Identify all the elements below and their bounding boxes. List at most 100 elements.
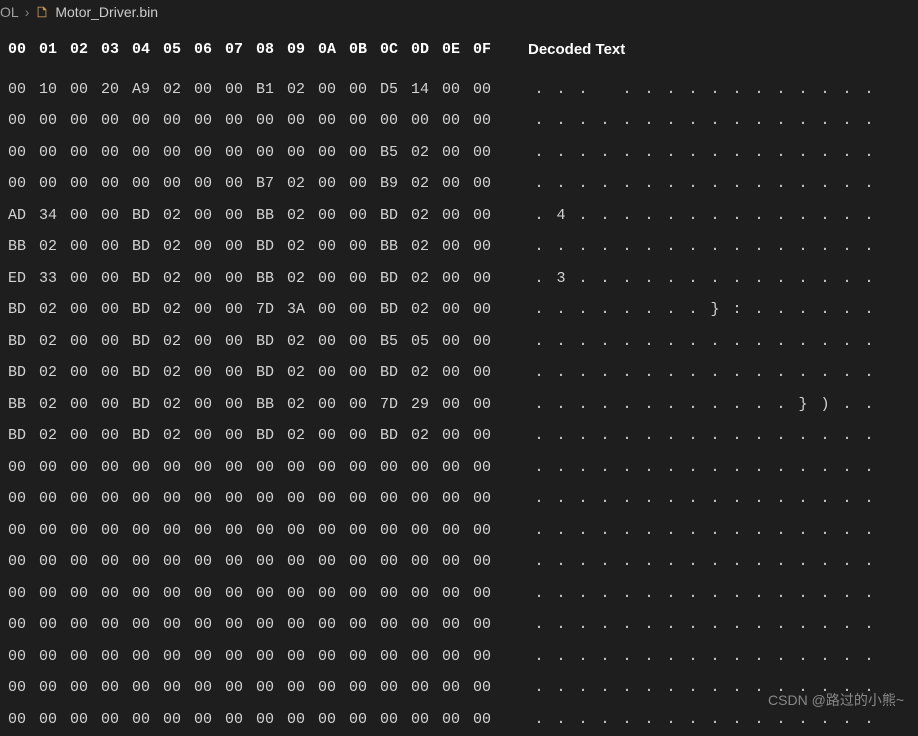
hex-row[interactable]: 00100020A9020000B1020000D5140000 <box>8 74 504 106</box>
hex-byte[interactable]: 00 <box>39 172 70 196</box>
hex-byte[interactable]: 00 <box>318 456 349 480</box>
decoded-char[interactable]: . <box>572 645 594 669</box>
decoded-char[interactable]: . <box>638 78 660 102</box>
decoded-char[interactable]: . <box>858 298 880 322</box>
decoded-char[interactable]: . <box>528 298 550 322</box>
decoded-char[interactable]: . <box>594 172 616 196</box>
hex-byte[interactable]: 00 <box>8 78 39 102</box>
decoded-char[interactable]: . <box>726 361 748 385</box>
decoded-char[interactable]: . <box>572 487 594 511</box>
hex-byte[interactable]: 00 <box>163 519 194 543</box>
decoded-char[interactable]: . <box>572 78 594 102</box>
hex-byte[interactable]: 00 <box>70 676 101 700</box>
decoded-char[interactable]: . <box>660 361 682 385</box>
hex-byte[interactable]: 00 <box>70 645 101 669</box>
decoded-char[interactable]: . <box>638 550 660 574</box>
decoded-char[interactable]: . <box>682 645 704 669</box>
decoded-row[interactable]: ................ <box>528 610 880 642</box>
hex-byte[interactable]: 00 <box>225 676 256 700</box>
decoded-char[interactable]: . <box>836 109 858 133</box>
hex-byte[interactable]: 00 <box>256 550 287 574</box>
hex-row[interactable]: ED330000BD020000BB020000BD020000 <box>8 263 504 295</box>
hex-byte[interactable]: 00 <box>8 172 39 196</box>
decoded-char[interactable]: . <box>638 393 660 417</box>
decoded-char[interactable]: . <box>638 456 660 480</box>
hex-row[interactable]: BB020000BD020000BD020000BB020000 <box>8 232 504 264</box>
hex-byte[interactable]: 00 <box>39 456 70 480</box>
decoded-char[interactable]: . <box>550 109 572 133</box>
hex-byte[interactable]: 00 <box>194 424 225 448</box>
decoded-row[interactable]: .3.............. <box>528 263 880 295</box>
hex-byte[interactable]: BB <box>256 393 287 417</box>
decoded-char[interactable]: . <box>836 141 858 165</box>
decoded-char[interactable]: . <box>770 645 792 669</box>
hex-byte[interactable]: 00 <box>442 393 473 417</box>
decoded-char[interactable]: . <box>616 204 638 228</box>
hex-byte[interactable]: 00 <box>256 613 287 637</box>
hex-byte[interactable]: 00 <box>8 519 39 543</box>
decoded-char[interactable]: . <box>792 613 814 637</box>
hex-byte[interactable]: 00 <box>225 141 256 165</box>
decoded-char[interactable]: . <box>616 582 638 606</box>
hex-byte[interactable]: 02 <box>287 361 318 385</box>
decoded-char[interactable]: . <box>726 204 748 228</box>
hex-byte[interactable]: 00 <box>287 645 318 669</box>
decoded-char[interactable]: . <box>660 487 682 511</box>
decoded-char[interactable]: . <box>704 550 726 574</box>
decoded-char[interactable]: . <box>814 267 836 291</box>
decoded-char[interactable]: . <box>660 141 682 165</box>
hex-byte[interactable]: 02 <box>163 424 194 448</box>
hex-byte[interactable]: 00 <box>318 519 349 543</box>
decoded-char[interactable]: . <box>660 267 682 291</box>
hex-byte[interactable]: 00 <box>349 487 380 511</box>
hex-byte[interactable]: 00 <box>318 141 349 165</box>
decoded-char[interactable]: . <box>858 550 880 574</box>
decoded-char[interactable]: . <box>594 204 616 228</box>
hex-byte[interactable]: 00 <box>442 550 473 574</box>
decoded-char[interactable]: . <box>836 613 858 637</box>
decoded-char[interactable]: . <box>572 330 594 354</box>
decoded-char[interactable]: . <box>682 298 704 322</box>
hex-byte[interactable]: 00 <box>70 550 101 574</box>
hex-byte[interactable]: 00 <box>318 424 349 448</box>
decoded-char[interactable]: } <box>704 298 726 322</box>
decoded-char[interactable]: . <box>594 141 616 165</box>
hex-byte[interactable]: 00 <box>101 204 132 228</box>
decoded-char[interactable]: . <box>550 676 572 700</box>
decoded-char[interactable]: . <box>836 456 858 480</box>
decoded-char[interactable]: . <box>638 267 660 291</box>
decoded-char[interactable]: . <box>858 613 880 637</box>
hex-byte[interactable]: 02 <box>411 204 442 228</box>
decoded-char[interactable]: . <box>660 582 682 606</box>
hex-byte[interactable]: 00 <box>101 393 132 417</box>
decoded-char[interactable]: . <box>792 267 814 291</box>
decoded-row[interactable]: ................ <box>528 578 880 610</box>
decoded-char[interactable]: . <box>770 109 792 133</box>
decoded-char[interactable]: . <box>704 267 726 291</box>
hex-byte[interactable]: 00 <box>194 78 225 102</box>
hex-byte[interactable]: 00 <box>411 109 442 133</box>
hex-byte[interactable]: 00 <box>101 109 132 133</box>
hex-byte[interactable]: 00 <box>225 330 256 354</box>
hex-byte[interactable]: 00 <box>8 676 39 700</box>
hex-byte[interactable]: 00 <box>163 487 194 511</box>
hex-byte[interactable]: 00 <box>318 645 349 669</box>
decoded-char[interactable]: . <box>594 109 616 133</box>
decoded-char[interactable]: . <box>814 298 836 322</box>
decoded-char[interactable]: . <box>682 78 704 102</box>
hex-byte[interactable]: 00 <box>39 519 70 543</box>
decoded-char[interactable]: . <box>638 645 660 669</box>
decoded-char[interactable]: . <box>660 298 682 322</box>
hex-byte[interactable]: 00 <box>194 141 225 165</box>
decoded-char[interactable]: . <box>682 519 704 543</box>
decoded-char[interactable]: . <box>836 298 858 322</box>
decoded-char[interactable]: . <box>682 267 704 291</box>
decoded-char[interactable]: . <box>528 645 550 669</box>
hex-byte[interactable]: 00 <box>442 109 473 133</box>
decoded-char[interactable]: . <box>550 645 572 669</box>
decoded-char[interactable]: . <box>726 393 748 417</box>
decoded-char[interactable]: . <box>704 393 726 417</box>
hex-byte[interactable]: 00 <box>163 550 194 574</box>
decoded-char[interactable]: . <box>660 519 682 543</box>
hex-byte[interactable]: 00 <box>8 141 39 165</box>
